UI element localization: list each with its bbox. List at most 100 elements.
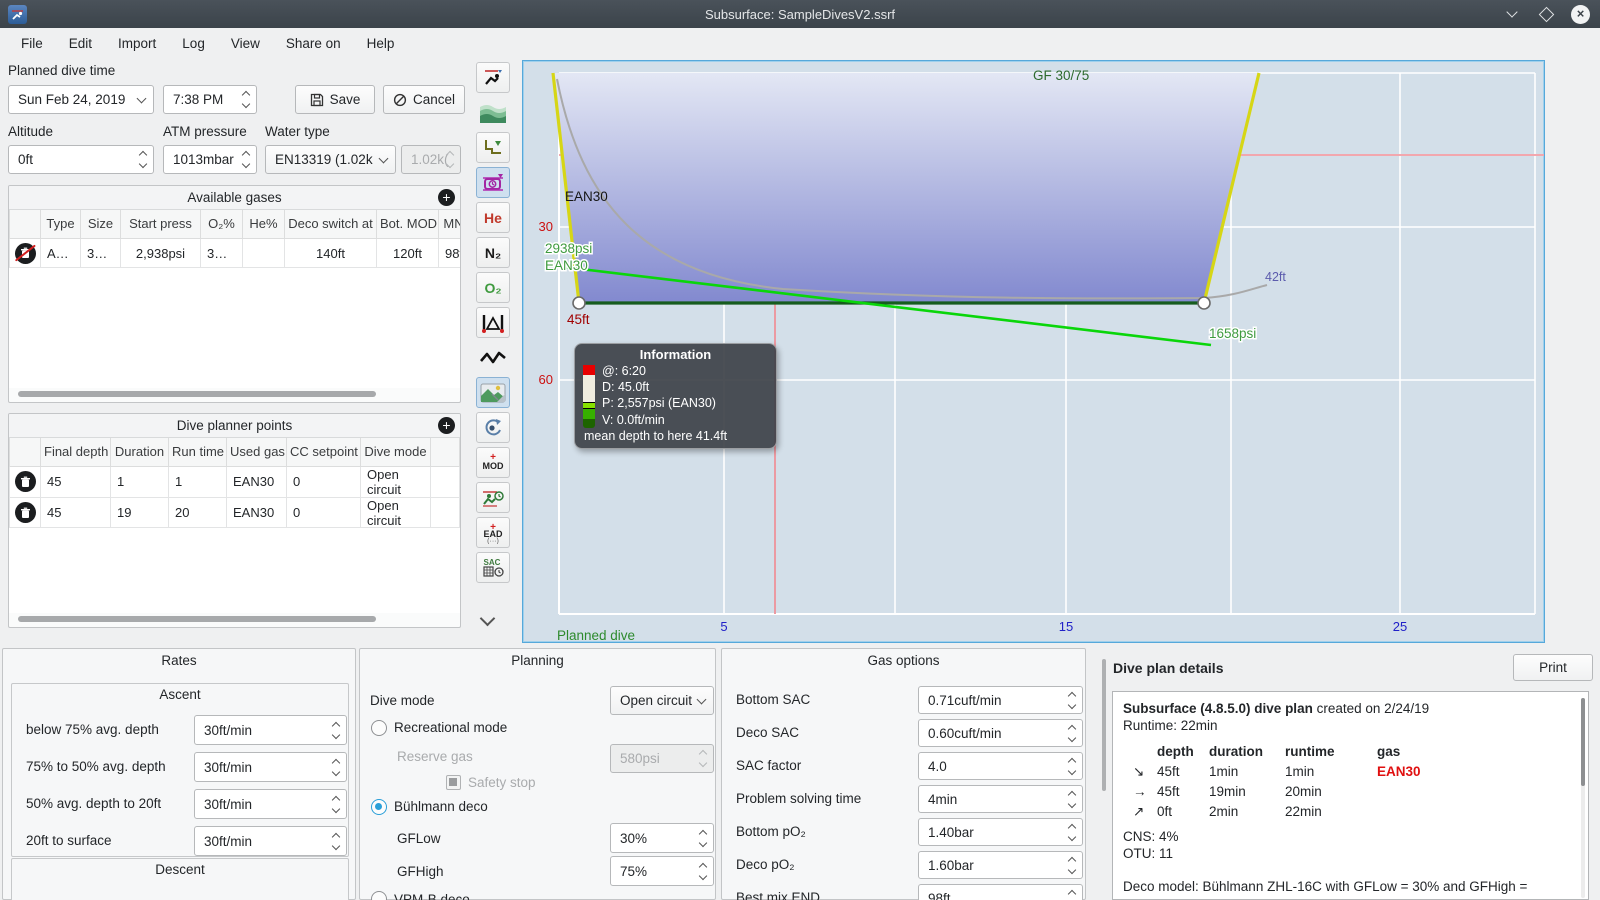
gas-start-press[interactable]: 2,938psi [120,237,201,269]
gas-change-icon[interactable] [476,412,510,443]
col-type: Type [40,210,81,239]
spinner-arrows-icon [1067,786,1077,812]
ascent-rate-3-stepper[interactable]: 30ft/min [194,789,347,819]
deco-time-icon[interactable] [476,482,510,513]
print-button[interactable]: Print [1513,654,1593,681]
water-type-select[interactable]: EN13319 (1.02k [265,145,396,174]
dive-plan-text[interactable]: Subsurface (4.8.5.0) dive plan created o… [1112,691,1589,900]
buhlmann-deco-radio[interactable] [371,799,387,815]
point-duration[interactable]: 1 [110,465,169,498]
point-depth[interactable]: 45 [40,465,111,498]
gas-bot-mod[interactable]: 120ft [376,237,439,269]
salinity-value: 1.02k( [411,152,449,167]
remove-point-icon[interactable] [14,471,36,492]
sac-rate-icon[interactable]: SAC [476,552,510,583]
save-button[interactable]: Save [295,85,375,114]
tissues-icon[interactable] [476,307,510,338]
ascent-rate-4-stepper[interactable]: 30ft/min [194,826,347,856]
dive-mode-select[interactable]: Open circuit [610,686,714,715]
waves-icon[interactable] [476,97,510,128]
photos-icon[interactable] [476,377,510,408]
points-hscrollbar[interactable] [18,616,376,622]
time-tick-15: 15 [1059,619,1073,634]
spinner-arrows-icon [698,745,708,772]
point-runtime[interactable]: 20 [168,496,227,529]
cylinder-delete-icon[interactable] [14,242,36,264]
details-vscrollbar[interactable] [1581,698,1585,898]
gas-deco-switch[interactable]: 140ft [284,237,377,269]
maximize-icon[interactable] [1537,5,1555,23]
splitter-handle[interactable] [1102,659,1106,791]
point-duration[interactable]: 19 [110,496,169,529]
menu-help[interactable]: Help [356,32,406,55]
menu-share-on[interactable]: Share on [275,32,352,55]
point-setpoint[interactable]: 0 [286,465,361,498]
spinner-arrows-icon [1067,852,1077,878]
col-final-depth: Final depth [40,438,111,467]
deco-po2-stepper[interactable]: 1.60bar [918,851,1083,879]
altitude-value: 0ft [18,152,34,167]
dive-time-stepper[interactable]: 7:38 PM [163,85,257,114]
col-used-gas: Used gas [226,438,287,467]
gfhigh-label: GFHigh [397,864,444,879]
bottom-po2-stepper[interactable]: 1.40bar [918,818,1083,846]
heliox-icon[interactable]: He [476,202,510,233]
ceiling-icon[interactable] [476,132,510,163]
gas-size[interactable]: 3… [80,237,121,269]
point-mode[interactable]: Open circuit [360,465,431,498]
best-mix-end-stepper[interactable]: 98ft [918,884,1083,900]
mod-icon[interactable]: MOD + [476,447,510,478]
dive-date-select[interactable]: Sun Feb 24, 2019 [8,85,154,114]
dc-ceiling-icon[interactable] [476,167,510,198]
deco-sac-stepper[interactable]: 0.60cuft/min [918,719,1083,747]
menu-log[interactable]: Log [171,32,216,55]
gas-he[interactable] [242,237,285,269]
profile-handle[interactable] [572,296,586,310]
point-depth[interactable]: 45 [40,496,111,529]
gas-type[interactable]: A… [40,237,81,269]
safety-stop-label: Safety stop [468,775,536,790]
sac-factor-stepper[interactable]: 4.0 [918,752,1083,780]
profile-handle[interactable] [1197,296,1211,310]
altitude-stepper[interactable]: 0ft [8,145,154,174]
toolbar-scroll-down-icon[interactable] [479,610,496,627]
atm-pressure-stepper[interactable]: 1013mbar [163,145,257,174]
close-icon[interactable]: × [1571,4,1590,24]
minimize-icon[interactable] [1503,5,1521,23]
ascent-group: Ascent below 75% avg. depth 30ft/min 75%… [11,683,349,857]
point-runtime[interactable]: 1 [168,465,227,498]
vpmb-deco-radio[interactable] [371,891,387,900]
gflow-stepper[interactable]: 30% [610,823,714,853]
point-setpoint[interactable]: 0 [286,496,361,529]
oxygen-icon[interactable]: O₂ [476,272,510,303]
nitrogen-icon[interactable]: N₂ [476,237,510,268]
recreational-mode-label: Recreational mode [394,720,508,735]
point-mode[interactable]: Open circuit [360,496,431,529]
add-gas-button[interactable]: + [438,189,455,206]
dive-profile-icon[interactable] [476,62,510,93]
heart-rate-icon[interactable] [476,342,510,373]
ead-icon[interactable]: + EAD (···) [476,517,510,548]
remove-point-icon[interactable] [14,502,36,523]
atm-pressure-value: 1013mbar [173,152,234,167]
point-gas[interactable]: EAN30 [226,465,287,498]
menu-edit[interactable]: Edit [58,32,103,55]
problem-time-stepper[interactable]: 4min [918,785,1083,813]
cancel-button[interactable]: Cancel [383,85,465,114]
gas-mnd[interactable]: 98f [438,237,460,269]
add-point-button[interactable]: + [438,417,455,434]
dive-profile-chart[interactable]: GF 30/75 EAN30 2938psi EAN30 45ft 42ft 1… [522,60,1545,643]
bottom-sac-stepper[interactable]: 0.71cuft/min [918,686,1083,714]
ascent-rate-2-stepper[interactable]: 30ft/min [194,752,347,782]
gas-o2[interactable]: 3… [200,237,243,269]
menu-file[interactable]: File [10,32,54,55]
gfhigh-stepper[interactable]: 75% [610,856,714,886]
menu-import[interactable]: Import [107,32,167,55]
col-he: He% [242,210,285,239]
ascent-rate-1-stepper[interactable]: 30ft/min [194,715,347,745]
point-gas[interactable]: EAN30 [226,496,287,529]
menu-view[interactable]: View [220,32,271,55]
recreational-mode-radio[interactable] [371,720,387,736]
plan-segments-table: depth duration runtime gas ↘ 45ft 1min 1… [1133,744,1421,819]
gases-hscrollbar[interactable] [18,391,376,397]
